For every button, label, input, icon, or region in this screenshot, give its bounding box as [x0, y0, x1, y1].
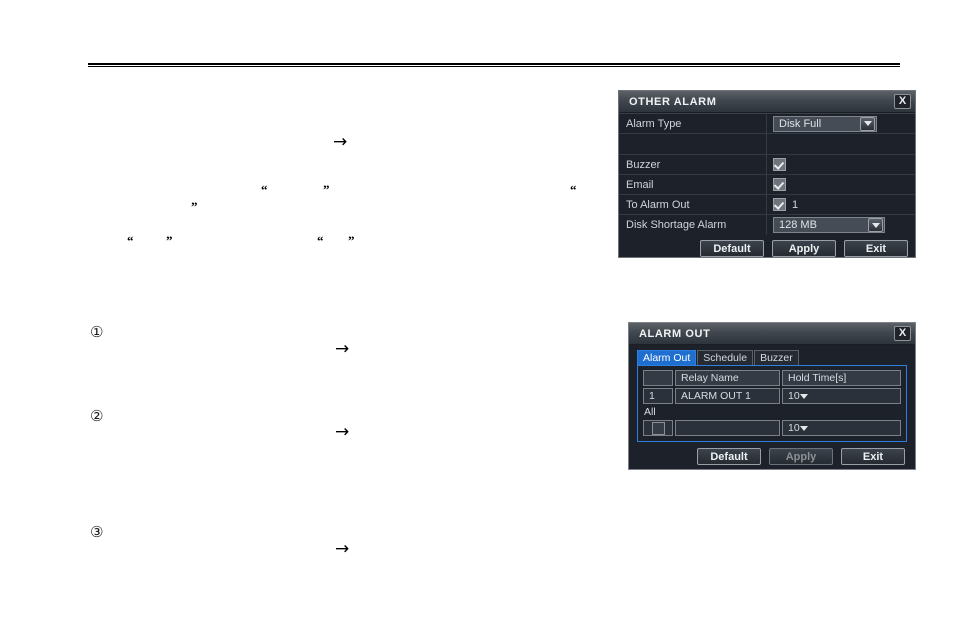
label-email: Email	[619, 175, 767, 194]
other-alarm-settings-grid: Alarm Type Disk Full Buzzer Email To Ala…	[619, 113, 915, 235]
other-alarm-titlebar: OTHER ALARM X	[619, 91, 915, 113]
close-icon[interactable]: X	[894, 94, 911, 109]
arrow-glyph-4: →	[335, 539, 350, 559]
chevron-down-icon[interactable]	[799, 393, 808, 399]
table-all-row: 10	[643, 420, 901, 436]
page-header-rule	[88, 63, 900, 67]
chevron-down-icon[interactable]	[868, 218, 883, 232]
exit-button[interactable]: Exit	[841, 448, 905, 465]
alarm-out-panel: Relay Name Hold Time[s] 1 ALARM OUT 1 10…	[637, 365, 907, 442]
alarm-out-dialog: ALARM OUT X Alarm Out Schedule Buzzer Re…	[628, 322, 916, 470]
tab-buzzer[interactable]: Buzzer	[754, 350, 799, 365]
arrow-glyph-1: →	[333, 132, 348, 152]
apply-button[interactable]: Apply	[769, 448, 833, 465]
label-to-alarm-out: To Alarm Out	[619, 195, 767, 214]
list-marker-2: ②	[90, 407, 104, 425]
close-quote-1: ”	[323, 182, 330, 197]
all-row-label: All	[644, 406, 656, 418]
alarm-out-body: Alarm Out Schedule Buzzer Relay Name Hol…	[629, 350, 915, 465]
other-alarm-title: OTHER ALARM	[629, 95, 717, 108]
alarm-type-value: Disk Full	[779, 117, 822, 130]
field-spacer	[767, 134, 915, 154]
close-icon[interactable]: X	[894, 326, 911, 341]
other-alarm-dialog: OTHER ALARM X Alarm Type Disk Full Buzze…	[618, 90, 916, 258]
open-quote-1: “	[261, 182, 268, 197]
other-alarm-buttonbar: Default Apply Exit	[619, 235, 915, 257]
tab-schedule[interactable]: Schedule	[697, 350, 754, 365]
all-hold-time-value: 10	[788, 422, 800, 434]
label-buzzer: Buzzer	[619, 155, 767, 174]
open-quote-4: “	[317, 233, 324, 248]
arrow-glyph-3: →	[335, 422, 350, 442]
all-hold-time-select[interactable]: 10	[782, 420, 901, 436]
field-alarm-type: Disk Full	[767, 114, 915, 133]
hold-time-select[interactable]: 10	[782, 388, 901, 404]
header-index	[643, 370, 673, 386]
all-relay-name	[675, 420, 780, 436]
header-relay-name: Relay Name	[675, 370, 780, 386]
alarm-type-select[interactable]: Disk Full	[773, 115, 877, 132]
open-quote-2: “	[570, 182, 577, 197]
close-quote-4: ”	[348, 233, 355, 248]
row-alarm-type: Alarm Type Disk Full	[619, 114, 915, 134]
label-alarm-type: Alarm Type	[619, 114, 767, 133]
buzzer-checkbox[interactable]	[773, 158, 786, 171]
open-quote-3: “	[127, 233, 134, 248]
exit-button[interactable]: Exit	[844, 240, 908, 257]
other-alarm-body: Alarm Type Disk Full Buzzer Email To Ala…	[619, 113, 915, 257]
field-buzzer	[767, 155, 915, 174]
apply-button[interactable]: Apply	[772, 240, 836, 257]
all-checkbox[interactable]	[651, 421, 665, 435]
label-disk-shortage-alarm: Disk Shortage Alarm	[619, 215, 767, 235]
alarm-out-buttonbar: Default Apply Exit	[629, 442, 915, 465]
row-spacer	[619, 134, 915, 155]
row-buzzer: Buzzer	[619, 155, 915, 175]
hold-time-value: 10	[788, 390, 800, 402]
default-button[interactable]: Default	[697, 448, 761, 465]
alarm-out-tabs: Alarm Out Schedule Buzzer	[637, 350, 915, 365]
alarm-out-title: ALARM OUT	[639, 327, 711, 340]
chevron-down-icon[interactable]	[799, 425, 808, 431]
header-hold-time: Hold Time[s]	[782, 370, 901, 386]
row-disk-shortage-alarm: Disk Shortage Alarm 128 MB	[619, 215, 915, 235]
disk-shortage-select[interactable]: 128 MB	[773, 217, 885, 233]
arrow-glyph-2: →	[335, 339, 350, 359]
disk-shortage-value: 128 MB	[779, 219, 817, 231]
to-alarm-out-value: 1	[792, 198, 799, 211]
field-email	[767, 175, 915, 194]
cell-index: 1	[643, 388, 673, 404]
row-email: Email	[619, 175, 915, 195]
alarm-out-titlebar: ALARM OUT X	[629, 323, 915, 345]
row-to-alarm-out: To Alarm Out 1	[619, 195, 915, 215]
table-row: 1 ALARM OUT 1 10	[643, 388, 901, 404]
to-alarm-out-checkbox[interactable]	[773, 198, 786, 211]
field-to-alarm-out: 1	[767, 195, 915, 214]
table-header-row: Relay Name Hold Time[s]	[643, 370, 901, 386]
label-spacer	[619, 134, 767, 154]
all-checkbox-cell[interactable]	[643, 420, 673, 436]
field-disk-shortage-alarm: 128 MB	[767, 215, 915, 235]
default-button[interactable]: Default	[700, 240, 764, 257]
chevron-down-icon[interactable]	[860, 116, 875, 131]
tab-alarm-out[interactable]: Alarm Out	[637, 350, 697, 365]
close-quote-2: ”	[191, 199, 198, 214]
email-checkbox[interactable]	[773, 178, 786, 191]
close-quote-3: ”	[166, 233, 173, 248]
relay-name-input[interactable]: ALARM OUT 1	[675, 388, 780, 404]
list-marker-1: ①	[90, 323, 104, 341]
list-marker-3: ③	[90, 523, 104, 541]
